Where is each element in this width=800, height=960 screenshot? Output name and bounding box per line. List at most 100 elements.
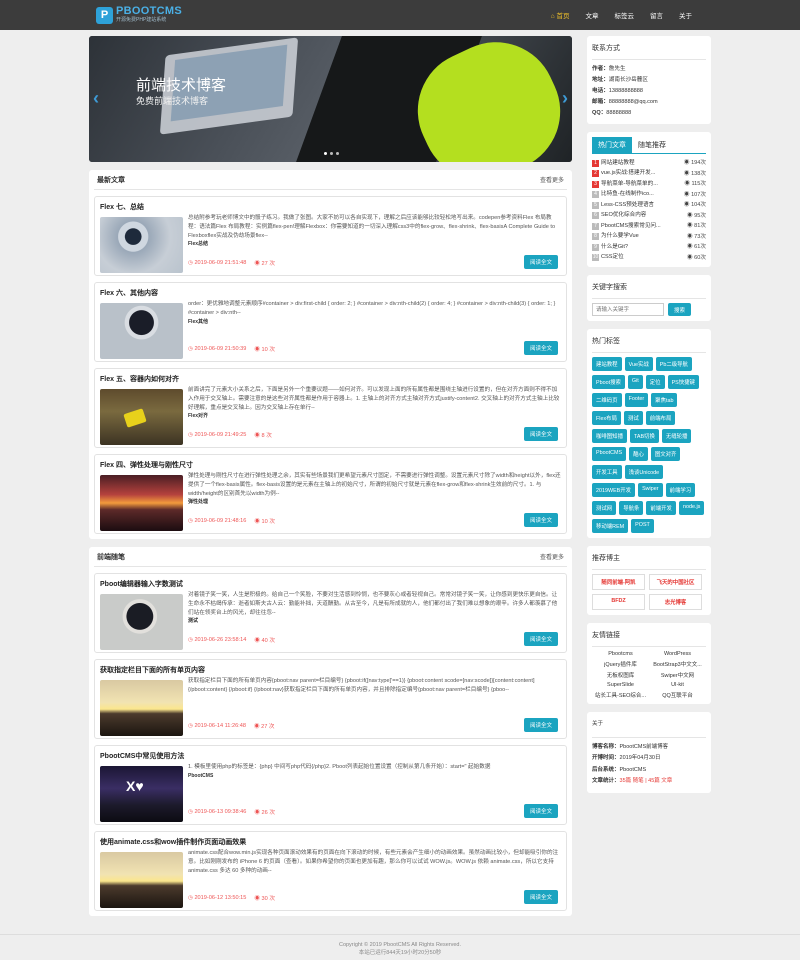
tag-link[interactable]: 移动端REM	[592, 519, 629, 533]
friend-link[interactable]: BootStrap3中文文...	[649, 660, 706, 668]
read-more-button[interactable]: 阅读全文	[523, 255, 558, 269]
tag-link[interactable]: Pb二级导航	[655, 357, 692, 371]
essay-thumbnail[interactable]	[100, 594, 183, 650]
search-input[interactable]	[592, 303, 664, 316]
hot-item[interactable]: 5 Less-CSS预处理语言 ◉ 104次	[592, 199, 706, 210]
slider-next-icon[interactable]: ›	[562, 88, 568, 109]
tag-link[interactable]: Git	[627, 375, 643, 389]
menu-home[interactable]: ⌂ 首页	[543, 10, 578, 20]
article-card[interactable]: Flex 四、弹性处理与刚性尺寸 弹性处理与刚性尺寸在进行弹性处理之余，其实有些…	[94, 454, 567, 534]
essay-title[interactable]: Pboot编辑器输入字数测试	[100, 579, 561, 591]
friend-link[interactable]: Pbootcms	[592, 651, 649, 657]
friend-link[interactable]: QQ互联平台	[649, 691, 706, 699]
article-tag[interactable]: Flex其他	[188, 318, 208, 327]
friend-link[interactable]: 无板权图库	[592, 671, 649, 679]
tag-link[interactable]: 咖啡图知播	[592, 429, 627, 443]
slider-dots[interactable]	[324, 152, 339, 155]
more-link[interactable]: 查看更多	[540, 552, 564, 561]
friend-link[interactable]: Swiper中文网	[649, 671, 706, 679]
article-thumbnail[interactable]	[100, 389, 183, 445]
essay-tag[interactable]: PbootCMS	[188, 772, 213, 781]
essay-card[interactable]: 获取指定栏目下面的所有单页内容 获取指定栏目下面的所有单页内容{pboot:na…	[94, 659, 567, 739]
article-title[interactable]: Flex 七、总结	[100, 202, 561, 214]
blogger-link[interactable]: BFDZ	[592, 594, 645, 610]
tab-recommended[interactable]: 随笔推荐	[632, 137, 672, 153]
article-title[interactable]: Flex 四、弹性处理与刚性尺寸	[100, 460, 561, 472]
essay-title[interactable]: PbootCMS中常见使用方法	[100, 751, 561, 763]
read-more-button[interactable]: 阅读全文	[523, 513, 558, 527]
friend-link[interactable]: SuperSlide	[592, 682, 649, 688]
read-more-button[interactable]: 阅读全文	[523, 718, 558, 732]
essay-title[interactable]: 获取指定栏目下面的所有单页内容	[100, 665, 561, 677]
tag-link[interactable]: 酷心	[629, 447, 648, 461]
banner-slider[interactable]: 前端技术博客 免费前端技术博客 ‹ ›	[89, 36, 572, 162]
tag-link[interactable]: Pboot搜索	[592, 375, 625, 389]
hot-item[interactable]: 1 网站建站教程 ◉ 194次	[592, 157, 706, 168]
tag-link[interactable]: Vue实战	[624, 357, 653, 371]
essay-card[interactable]: 使用animate.css和wow插件制作页面动画效果 animate.css配…	[94, 831, 567, 911]
site-logo[interactable]: P PBOOTCMS 开源免费PHP建站系统	[96, 6, 182, 24]
tag-link[interactable]: Swiper	[638, 483, 663, 497]
hot-item[interactable]: 4 比特鱼-在线制作ico... ◉ 107次	[592, 189, 706, 200]
read-more-button[interactable]: 阅读全文	[523, 341, 558, 355]
tag-link[interactable]: 开发工具	[592, 465, 622, 479]
essay-thumbnail[interactable]	[100, 680, 183, 736]
slider-prev-icon[interactable]: ‹	[93, 88, 99, 109]
friend-link[interactable]: jQuery插件库	[592, 660, 649, 668]
more-link[interactable]: 查看更多	[540, 175, 564, 184]
friend-link[interactable]: 站长工具-SEO综合...	[592, 691, 649, 699]
tag-link[interactable]: 测试	[623, 411, 643, 425]
article-thumbnail[interactable]	[100, 475, 183, 531]
tag-link[interactable]: node.js	[678, 501, 705, 515]
hot-item[interactable]: 8 为什么要学Vue ◉ 73次	[592, 231, 706, 242]
blogger-link[interactable]: 志光博客	[649, 594, 702, 610]
tag-link[interactable]: 测试网	[592, 501, 617, 515]
tag-link[interactable]: 图文对齐	[650, 447, 681, 461]
essay-thumbnail[interactable]	[100, 852, 183, 908]
essay-card[interactable]: Pboot编辑器输入字数测试 对着镜子笑一笑，人生是积极的。给自己一个笑脸，不要…	[94, 573, 567, 653]
essay-thumbnail[interactable]	[100, 766, 183, 822]
blogger-link[interactable]: 随同前端-阿凯	[592, 574, 645, 590]
essay-card[interactable]: PbootCMS中常见使用方法 1. 模板里使用php的标签是：{php} 中间…	[94, 745, 567, 825]
article-title[interactable]: Flex 六、其他内容	[100, 288, 561, 300]
tag-link[interactable]: 导航条	[619, 501, 644, 515]
essay-title[interactable]: 使用animate.css和wow插件制作页面动画效果	[100, 837, 561, 849]
read-more-button[interactable]: 阅读全文	[523, 804, 558, 818]
tag-link[interactable]: 浅谈Unicode	[624, 465, 664, 479]
tag-link[interactable]: Footer	[624, 393, 649, 407]
blogger-link[interactable]: 飞天的中国社区	[649, 574, 702, 590]
article-title[interactable]: Flex 五、容器内如何对齐	[100, 374, 561, 386]
tag-link[interactable]: TAB切换	[629, 429, 659, 443]
menu-messages[interactable]: 留言	[642, 10, 671, 20]
tag-link[interactable]: 前端布局	[645, 411, 676, 425]
hot-item[interactable]: 3 导航菜单-导航菜单的... ◉ 115次	[592, 178, 706, 189]
read-more-button[interactable]: 阅读全文	[523, 632, 558, 646]
tag-link[interactable]: POST	[631, 519, 654, 533]
tag-link[interactable]: 前端学习	[665, 483, 696, 497]
menu-articles[interactable]: 文章	[578, 10, 607, 20]
article-thumbnail[interactable]	[100, 303, 183, 359]
tag-link[interactable]: PS快捷键	[667, 375, 699, 389]
tag-link[interactable]: PbootCMS	[592, 447, 627, 461]
hot-item[interactable]: 7 PbootCMS搜索常见问... ◉ 81次	[592, 220, 706, 231]
tag-link[interactable]: 无缝轮播	[661, 429, 692, 443]
article-tag[interactable]: Flex总结	[188, 240, 208, 249]
hot-item[interactable]: 6 SEO优化综合内容 ◉ 95次	[592, 210, 706, 221]
menu-tag-cloud[interactable]: 标签云	[607, 10, 643, 20]
article-tag[interactable]: 弹性处理	[188, 498, 208, 507]
friend-link[interactable]: UI-kit	[649, 682, 706, 688]
tag-link[interactable]: 前端开发	[646, 501, 676, 515]
hot-item[interactable]: 9 什么是Git? ◉ 61次	[592, 241, 706, 252]
hot-item[interactable]: 10 CSS定位 ◉ 60次	[592, 252, 706, 263]
article-card[interactable]: Flex 五、容器内如何对齐 前面讲完了元素大小关系之后，下面是另外一个重要议题…	[94, 368, 567, 448]
tag-link[interactable]: 聚焦tab	[651, 393, 678, 407]
article-tag[interactable]: Flex对齐	[188, 412, 208, 421]
search-button[interactable]: 搜索	[668, 303, 692, 316]
article-card[interactable]: Flex 七、总结 总结附参考玩老师博文中的骰子练习。我做了张图。大家不妨可以各…	[94, 196, 567, 276]
tag-link[interactable]: 建站教程	[592, 357, 622, 371]
read-more-button[interactable]: 阅读全文	[523, 427, 558, 441]
article-card[interactable]: Flex 六、其他内容 order：更优雅地调整元素顺序#container >…	[94, 282, 567, 362]
essay-tag[interactable]: 测试	[188, 617, 198, 626]
menu-about[interactable]: 关于	[671, 10, 700, 20]
friend-link[interactable]: WordPress	[649, 651, 706, 657]
